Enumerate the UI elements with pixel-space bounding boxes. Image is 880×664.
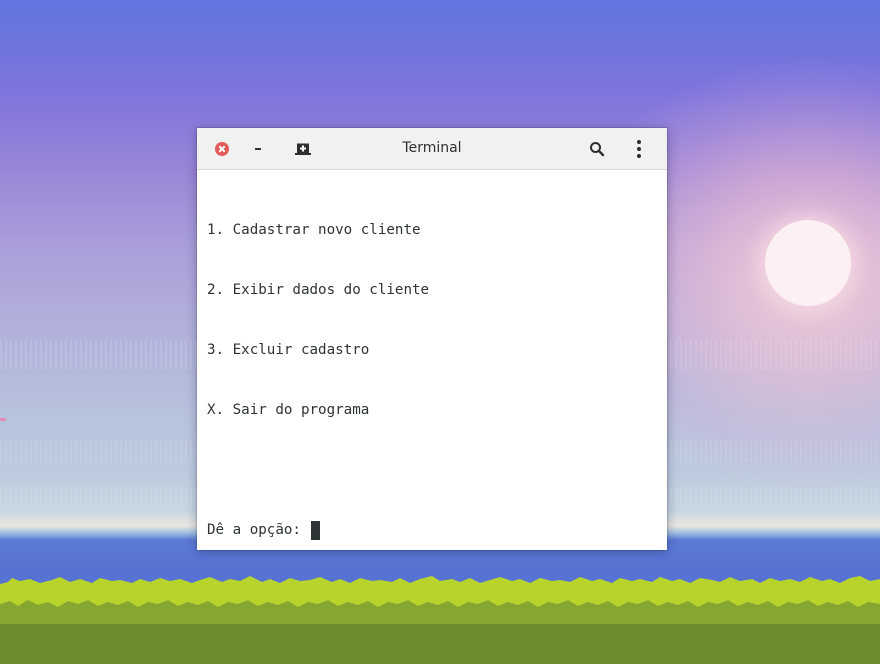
terminal-output[interactable]: 1. Cadastrar novo cliente 2. Exibir dado… [197,170,667,550]
bird [0,418,6,421]
terminal-window[interactable]: Terminal 1. Cadastrar novo cliente 2. Ex… [197,128,667,550]
new-tab-icon [295,143,311,155]
text-cursor [310,520,320,540]
terminal-line: X. Sair do programa [207,402,370,418]
prompt-line[interactable]: Dê a opção: [207,520,657,540]
terminal-line: 2. Exibir dados do cliente [207,282,430,298]
window-titlebar[interactable]: Terminal [197,128,667,170]
minimize-icon [255,148,261,150]
search-button[interactable] [584,136,610,162]
close-button[interactable] [209,136,235,162]
prompt-text: Dê a opção: [207,522,301,538]
new-tab-button[interactable] [290,136,316,162]
more-vertical-icon [637,140,641,158]
terminal-line: 3. Excluir cadastro [207,342,370,358]
terminal-line: 1. Cadastrar novo cliente [207,222,421,238]
sun [765,220,851,306]
close-icon [215,142,229,156]
search-icon [590,142,605,157]
grass-field [0,576,880,664]
minimize-button[interactable] [245,136,271,162]
menu-button[interactable] [626,136,652,162]
